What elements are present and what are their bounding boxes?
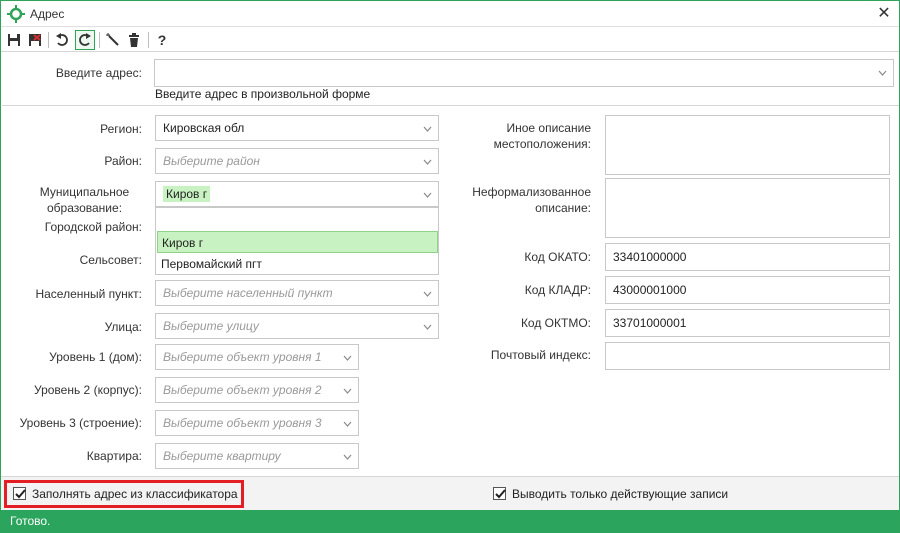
dropdown-search-input[interactable] — [156, 208, 438, 230]
chevron-down-icon[interactable] — [343, 444, 352, 468]
checkmark-icon — [495, 489, 506, 499]
level3-select[interactable]: Выберите объект уровня 3 — [155, 410, 359, 436]
apartment-label: Квартира: — [86, 449, 142, 463]
region-value: Кировская обл — [163, 121, 245, 135]
toolbar-separator — [99, 32, 100, 48]
other-location-textarea[interactable] — [605, 115, 890, 175]
informal-line1: Неформализованное — [472, 185, 591, 199]
level1-placeholder: Выберите объект уровня 1 — [163, 350, 322, 364]
informal-textarea[interactable] — [605, 178, 890, 238]
region-label: Регион: — [100, 122, 142, 136]
title-bar: Адрес ✕ — [1, 1, 899, 27]
chevron-down-icon[interactable] — [878, 60, 887, 84]
chevron-down-icon[interactable] — [343, 378, 352, 402]
active-only-label[interactable]: Выводить только действующие записи — [512, 487, 728, 501]
kladr-input[interactable]: 43000001000 — [605, 276, 890, 304]
kladr-label: Код КЛАДР: — [524, 283, 591, 297]
divider — [2, 105, 899, 106]
close-button[interactable]: ✕ — [875, 4, 893, 24]
chevron-down-icon[interactable] — [343, 345, 352, 369]
level3-placeholder: Выберите объект уровня 3 — [163, 416, 322, 430]
level3-label: Уровень 3 (строение): — [19, 416, 142, 430]
address-input[interactable] — [154, 59, 894, 87]
level2-label: Уровень 2 (корпус): — [34, 383, 142, 397]
settlement-select[interactable]: Выберите населенный пункт — [155, 280, 439, 306]
level1-select[interactable]: Выберите объект уровня 1 — [155, 344, 359, 370]
chevron-down-icon[interactable] — [423, 116, 432, 140]
settlement-placeholder: Выберите населенный пункт — [163, 286, 333, 300]
chevron-down-icon[interactable] — [423, 314, 432, 338]
address-label: Введите адрес: — [55, 66, 142, 80]
oktmo-label: Код ОКТМО: — [520, 316, 591, 330]
status-bar: Готово. — [1, 510, 899, 533]
toolbar-separator — [148, 32, 149, 48]
redo-icon[interactable] — [75, 30, 95, 50]
active-only-checkbox[interactable] — [493, 487, 506, 500]
address-hint: Введите адрес в произвольной форме — [155, 87, 371, 101]
municipal-dropdown: Киров г Первомайский пгт — [155, 207, 439, 275]
level2-placeholder: Выберите объект уровня 2 — [163, 383, 322, 397]
toolbar: ? — [1, 28, 899, 52]
postal-label: Почтовый индекс: — [490, 348, 591, 362]
district-select[interactable]: Выберите район — [155, 148, 439, 174]
toolbar-separator — [48, 32, 49, 48]
trash-icon[interactable] — [124, 30, 144, 50]
municipal-label: Муниципальное образование: — [21, 184, 148, 216]
window-title: Адрес — [30, 7, 65, 21]
crosshair-location-icon — [7, 5, 25, 23]
city-district-label: Городской район: — [44, 220, 142, 234]
village-council-label: Сельсовет: — [79, 253, 142, 267]
okato-label: Код ОКАТО: — [524, 250, 591, 264]
save-icon[interactable] — [4, 30, 24, 50]
chevron-down-icon[interactable] — [343, 411, 352, 435]
highlight-outline — [4, 480, 244, 508]
chevron-up-icon[interactable] — [423, 182, 432, 206]
chevron-down-icon[interactable] — [423, 281, 432, 305]
district-placeholder: Выберите район — [163, 154, 260, 168]
oktmo-input[interactable]: 33701000001 — [605, 309, 890, 337]
region-select[interactable]: Кировская обл — [155, 115, 439, 141]
postal-input[interactable] — [605, 342, 890, 370]
save-close-icon[interactable] — [25, 30, 45, 50]
other-location-label: Иное описание местоположения: — [471, 120, 591, 152]
okato-input[interactable]: 33401000000 — [605, 243, 890, 271]
magic-wand-icon[interactable] — [103, 30, 123, 50]
other-location-line2: местоположения: — [493, 137, 591, 151]
level2-select[interactable]: Выберите объект уровня 2 — [155, 377, 359, 403]
apartment-select[interactable]: Выберите квартиру — [155, 443, 359, 469]
district-label: Район: — [104, 154, 142, 168]
municipal-select[interactable]: Киров г — [155, 181, 439, 207]
apartment-placeholder: Выберите квартиру — [163, 449, 281, 463]
settlement-label: Населенный пункт: — [35, 287, 142, 301]
other-location-line1: Иное описание — [506, 121, 592, 135]
municipal-label-line2: образование: — [46, 201, 123, 215]
dropdown-option-kirov[interactable]: Киров г — [157, 231, 438, 253]
chevron-down-icon[interactable] — [423, 149, 432, 173]
informal-line2: описание: — [535, 201, 591, 215]
municipal-label-line1: Муниципальное — [39, 185, 130, 199]
street-placeholder: Выберите улицу — [163, 319, 259, 333]
informal-label: Неформализованное описание: — [461, 184, 591, 216]
level1-label: Уровень 1 (дом): — [49, 350, 142, 364]
undo-icon[interactable] — [52, 30, 72, 50]
street-select[interactable]: Выберите улицу — [155, 313, 439, 339]
dropdown-option-pervomaysky[interactable]: Первомайский пгт — [157, 253, 438, 275]
municipal-value: Киров г — [163, 186, 211, 202]
street-label: Улица: — [104, 320, 142, 334]
help-icon[interactable]: ? — [152, 30, 172, 50]
address-window: Адрес ✕ ? Введите адрес: Введите адрес в… — [0, 0, 900, 533]
